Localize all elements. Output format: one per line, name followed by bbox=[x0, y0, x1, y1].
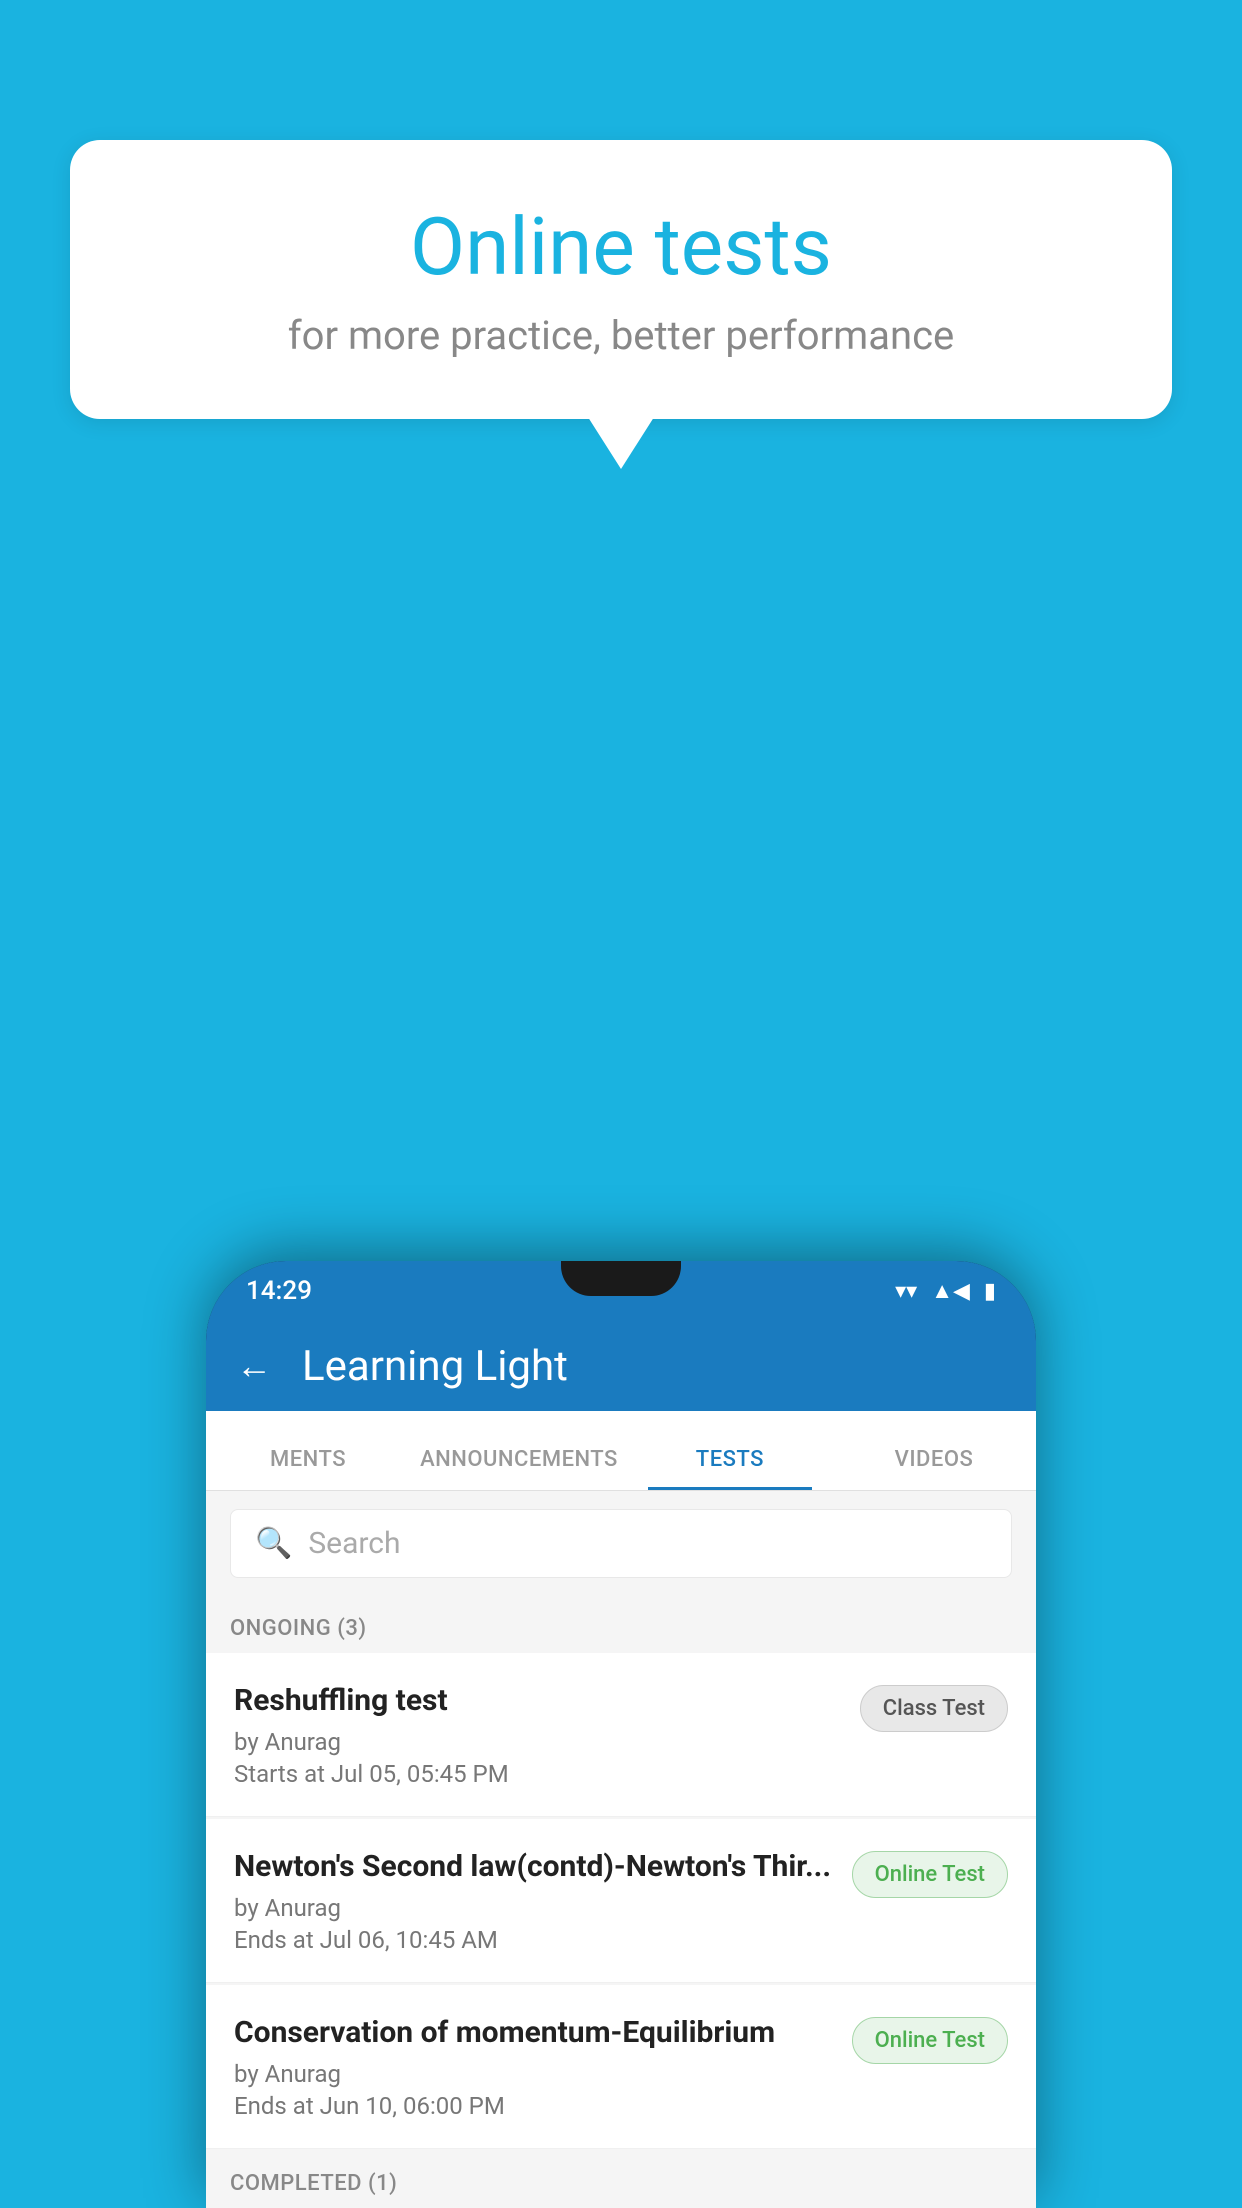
status-bar: 14:29 ▾▾ ▲◀ ▮ bbox=[206, 1261, 1036, 1321]
tab-videos[interactable]: VIDEOS bbox=[832, 1447, 1036, 1490]
tab-bar: MENTS ANNOUNCEMENTS TESTS VIDEOS bbox=[206, 1411, 1036, 1491]
test-badge-online: Online Test bbox=[852, 1851, 1008, 1898]
phone-screen: 14:29 ▾▾ ▲◀ ▮ ← Learning Light MENTS ANN… bbox=[206, 1261, 1036, 2208]
bubble-subtitle: for more practice, better performance bbox=[150, 312, 1092, 359]
status-time: 14:29 bbox=[246, 1276, 312, 1306]
notch bbox=[561, 1261, 681, 1296]
phone-wrapper: 14:29 ▾▾ ▲◀ ▮ ← Learning Light MENTS ANN… bbox=[206, 1261, 1036, 2208]
wifi-icon: ▾▾ bbox=[895, 1279, 917, 1304]
test-date: Ends at Jul 06, 10:45 AM bbox=[234, 1926, 832, 1954]
battery-icon: ▮ bbox=[984, 1279, 996, 1304]
test-author: by Anurag bbox=[234, 2060, 832, 2088]
search-icon: 🔍 bbox=[255, 1526, 292, 1561]
tab-tests[interactable]: TESTS bbox=[628, 1447, 832, 1490]
app-title: Learning Light bbox=[302, 1342, 568, 1391]
search-container: 🔍 Search bbox=[206, 1491, 1036, 1596]
status-icons: ▾▾ ▲◀ ▮ bbox=[895, 1278, 996, 1304]
test-item[interactable]: Reshuffling test by Anurag Starts at Jul… bbox=[206, 1653, 1036, 1817]
ongoing-section-header: ONGOING (3) bbox=[206, 1596, 1036, 1653]
signal-icon: ▲◀ bbox=[931, 1278, 970, 1304]
test-author: by Anurag bbox=[234, 1894, 832, 1922]
completed-section-header: COMPLETED (1) bbox=[206, 2151, 1036, 2208]
test-name: Newton's Second law(contd)-Newton's Thir… bbox=[234, 1847, 832, 1886]
test-date: Ends at Jun 10, 06:00 PM bbox=[234, 2092, 832, 2120]
test-badge-class: Class Test bbox=[860, 1685, 1008, 1732]
search-bar[interactable]: 🔍 Search bbox=[230, 1509, 1012, 1578]
tab-ments[interactable]: MENTS bbox=[206, 1447, 410, 1490]
test-item[interactable]: Newton's Second law(contd)-Newton's Thir… bbox=[206, 1819, 1036, 1983]
speech-bubble: Online tests for more practice, better p… bbox=[70, 140, 1172, 419]
phone-frame: 14:29 ▾▾ ▲◀ ▮ ← Learning Light MENTS ANN… bbox=[206, 1261, 1036, 2208]
test-name: Conservation of momentum-Equilibrium bbox=[234, 2013, 832, 2052]
back-button[interactable]: ← bbox=[236, 1345, 272, 1387]
test-item-info: Conservation of momentum-Equilibrium by … bbox=[234, 2013, 852, 2120]
test-item[interactable]: Conservation of momentum-Equilibrium by … bbox=[206, 1985, 1036, 2149]
tab-announcements[interactable]: ANNOUNCEMENTS bbox=[410, 1447, 628, 1490]
test-item-info: Reshuffling test by Anurag Starts at Jul… bbox=[234, 1681, 860, 1788]
search-placeholder: Search bbox=[308, 1526, 400, 1561]
app-bar: ← Learning Light bbox=[206, 1321, 1036, 1411]
bubble-title: Online tests bbox=[150, 200, 1092, 294]
test-badge-online-2: Online Test bbox=[852, 2017, 1008, 2064]
speech-bubble-area: Online tests for more practice, better p… bbox=[70, 140, 1172, 419]
content-area: ONGOING (3) Reshuffling test by Anurag S… bbox=[206, 1596, 1036, 2208]
test-date: Starts at Jul 05, 05:45 PM bbox=[234, 1760, 840, 1788]
test-author: by Anurag bbox=[234, 1728, 840, 1756]
test-name: Reshuffling test bbox=[234, 1681, 840, 1720]
test-item-info: Newton's Second law(contd)-Newton's Thir… bbox=[234, 1847, 852, 1954]
